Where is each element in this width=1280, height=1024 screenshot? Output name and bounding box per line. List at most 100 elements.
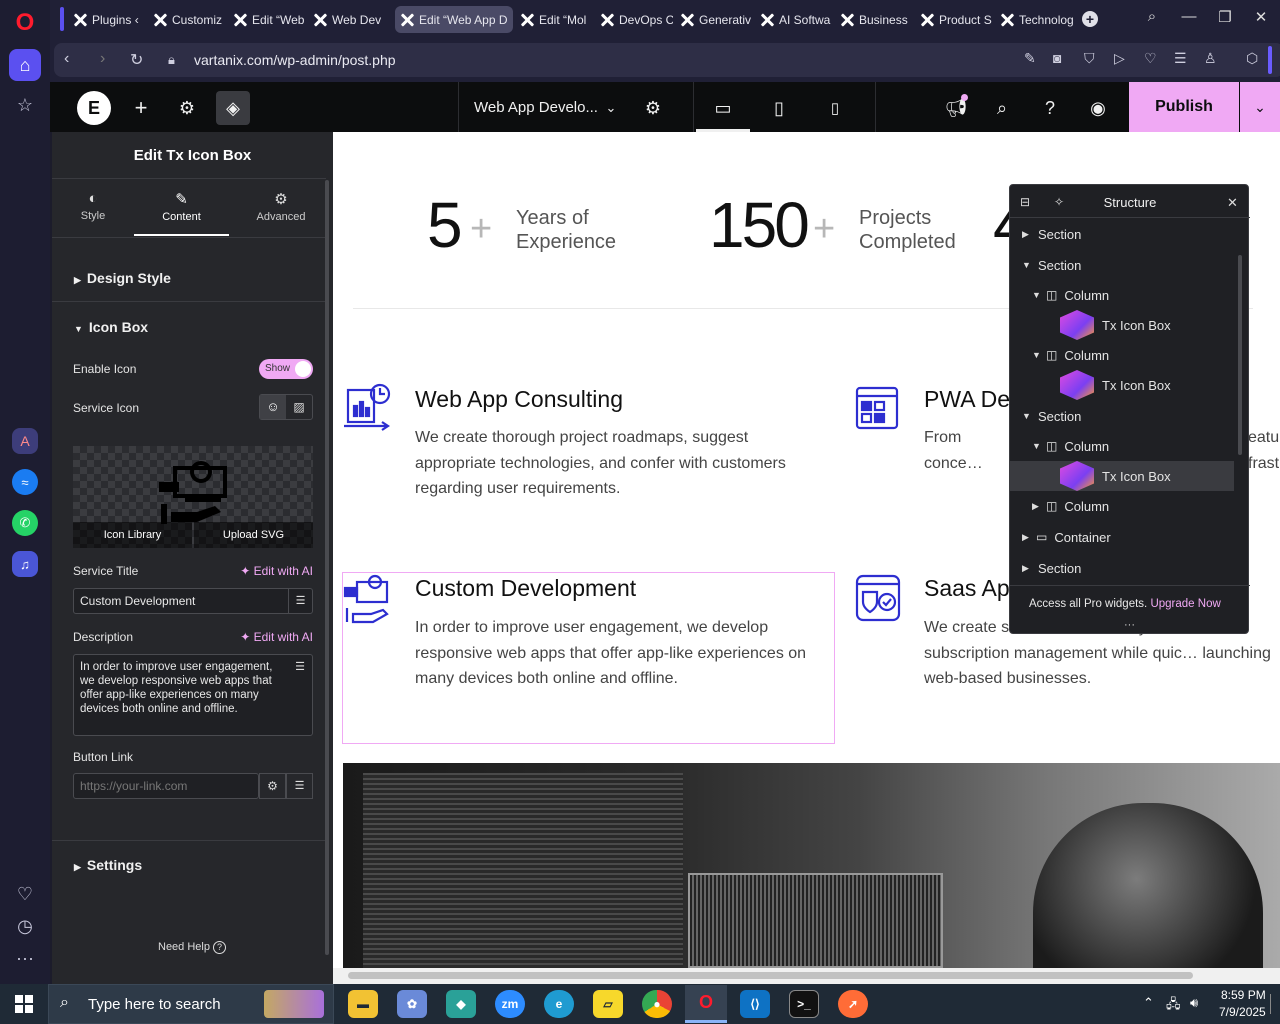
minimize-icon[interactable]: — — [1178, 8, 1200, 25]
publish-button[interactable]: Publish — [1129, 82, 1239, 132]
icon-preview[interactable]: Icon Library Upload SVG — [73, 446, 313, 548]
sticky-notes-icon[interactable]: ▱ — [593, 990, 623, 1018]
nav-row-section[interactable]: ▼ Section — [1010, 250, 1234, 280]
tab-business[interactable]: Business — [835, 6, 913, 33]
edit-with-ai-button[interactable]: ✦ Edit with AI — [240, 630, 313, 644]
tab-web-dev[interactable]: Web Dev — [308, 6, 388, 33]
tab-devops[interactable]: DevOps C — [595, 6, 673, 33]
tab-generative[interactable]: Generativ — [675, 6, 753, 33]
image-icon[interactable]: ▨ — [286, 395, 312, 419]
tab-edit-web[interactable]: Edit “Web — [228, 6, 304, 33]
dynamic-tags-icon[interactable]: ☰ — [286, 773, 313, 799]
section-settings[interactable]: ▶ Settings — [74, 857, 142, 873]
favorites-icon[interactable]: ♡ — [1144, 50, 1157, 67]
horizontal-scrollbar-thumb[interactable] — [348, 972, 1193, 979]
nav-row-column[interactable]: ▼ ◫ Column — [1010, 431, 1234, 461]
panel-scrollbar[interactable] — [325, 180, 329, 955]
upgrade-link[interactable]: Upgrade Now — [1150, 598, 1220, 610]
whatsapp-icon[interactable]: ✆ — [12, 510, 38, 536]
menu-icon[interactable]: ☰ — [1174, 50, 1187, 67]
tab-edit-web-app-active[interactable]: Edit “Web App D — [395, 6, 513, 33]
nav-row-column[interactable]: ▼ ◫ Column — [1010, 340, 1234, 370]
opera-logo-icon[interactable]: O — [12, 10, 38, 36]
music-icon[interactable]: ♫ — [12, 551, 38, 577]
page-settings-icon[interactable]: ⚙︎ — [640, 95, 666, 121]
service-title-input[interactable]: Custom Development — [73, 588, 313, 614]
edit-icon[interactable]: ✎ — [1024, 50, 1036, 67]
desktop-icon[interactable]: ▭ — [710, 95, 736, 121]
vscode-icon[interactable]: ⟨⟩ — [740, 990, 770, 1018]
nav-row-container[interactable]: ▶ ▭ Container — [1010, 522, 1234, 552]
help-icon[interactable]: ? — [1037, 95, 1063, 121]
edge-icon[interactable]: e — [544, 990, 574, 1018]
smiley-icon[interactable]: ☺ — [260, 395, 286, 419]
new-tab-button[interactable]: + — [1082, 11, 1098, 27]
nav-row-widget[interactable]: Tx Icon Box — [1010, 370, 1234, 400]
need-help-link[interactable]: Need Help ? — [158, 941, 227, 954]
resize-handle-icon[interactable]: ··· — [1124, 619, 1135, 631]
opera-icon[interactable]: O — [685, 985, 727, 1023]
tab-ai-software[interactable]: AI Softwa — [755, 6, 833, 33]
page-title[interactable]: Web App Develo... — [474, 99, 598, 116]
restore-icon[interactable]: ❐ — [1214, 8, 1236, 26]
button-link-input[interactable]: https://your-link.com — [73, 773, 259, 799]
nav-row-widget-selected[interactable]: Tx Icon Box — [1010, 461, 1234, 491]
tab-product[interactable]: Product S — [915, 6, 993, 33]
edit-with-ai-button[interactable]: ✦ Edit with AI — [240, 564, 313, 578]
zoom-icon[interactable]: zm — [495, 990, 525, 1018]
url-text[interactable]: vartanix.com/wp-admin/post.php — [194, 52, 396, 68]
dynamic-tags-icon[interactable]: ☰ — [288, 589, 312, 613]
clock-time[interactable]: 8:59 PM — [1221, 988, 1266, 1002]
send-icon[interactable]: ▷ — [1114, 50, 1125, 67]
postman-icon[interactable]: ➚ — [838, 990, 868, 1018]
service-description[interactable]: In order to improve user engagement, we … — [415, 615, 815, 692]
publish-options-button[interactable]: ⌄ — [1240, 82, 1280, 132]
nav-row-section[interactable]: ▶ Section — [1010, 219, 1234, 249]
tab-technology[interactable]: Technolog — [995, 6, 1075, 33]
clock-date[interactable]: 7/9/2025 — [1219, 1005, 1266, 1019]
chevron-down-icon[interactable]: ⌄ — [598, 95, 624, 121]
enable-icon-toggle[interactable]: Show — [259, 359, 313, 379]
site-settings-icon[interactable]: ⚙︎ — [174, 95, 200, 121]
nav-row-column[interactable]: ▶ ◫ Column — [1010, 491, 1234, 521]
chrome-icon[interactable]: ● — [642, 990, 672, 1018]
tab-advanced[interactable]: ⚙︎ Advanced — [237, 190, 325, 223]
nav-row-section[interactable]: ▼ Section — [1010, 401, 1234, 431]
home-icon[interactable]: ⌂ — [9, 49, 41, 81]
service-title[interactable]: Custom Development — [415, 575, 636, 602]
taskbar-search-placeholder[interactable]: Type here to search — [88, 996, 221, 1013]
back-icon[interactable]: ‹ — [64, 50, 69, 68]
tab-plugins[interactable]: Plugins ‹ — [68, 6, 144, 33]
link-options-icon[interactable]: ⚙︎ — [259, 773, 286, 799]
windows-start-icon[interactable] — [15, 995, 33, 1013]
dynamic-tags-icon[interactable]: ☰ — [288, 655, 312, 679]
tab-edit-mob[interactable]: Edit “Mol — [515, 6, 591, 33]
add-element-icon[interactable]: + — [128, 95, 154, 121]
structure-scrollbar[interactable] — [1238, 255, 1242, 455]
close-window-icon[interactable]: ✕ — [1250, 8, 1272, 26]
nav-row-widget[interactable]: Tx Icon Box — [1010, 310, 1234, 340]
nav-row-section[interactable]: ▶ Section — [1010, 553, 1234, 583]
structure-layers-icon[interactable]: ◈ — [216, 91, 250, 125]
nav-row-column[interactable]: ▼ ◫ Column — [1010, 280, 1234, 310]
volume-icon[interactable]: 🔊︎ — [1190, 995, 1198, 1011]
service-title[interactable]: Web App Consulting — [415, 386, 623, 413]
forward-icon[interactable]: › — [100, 50, 105, 68]
reload-icon[interactable]: ↻ — [130, 50, 143, 70]
account-icon[interactable]: ♙ — [1204, 50, 1217, 67]
close-icon[interactable]: ✕ — [1227, 195, 1238, 211]
service-description[interactable]: From conce… web apps th… feature… infras… — [924, 425, 1014, 477]
messenger-icon[interactable]: ≈ — [12, 469, 38, 495]
description-textarea[interactable]: In order to improve user engagement, we … — [73, 654, 313, 736]
tab-content[interactable]: ✎ Content — [134, 190, 229, 223]
icon-library-button[interactable]: Icon Library — [73, 522, 192, 548]
section-icon-box[interactable]: ▼ Icon Box — [74, 319, 148, 335]
tablet-icon[interactable]: ▯ — [766, 95, 792, 121]
mobile-icon[interactable]: ▯ — [822, 95, 848, 121]
preview-eye-icon[interactable]: ◉ — [1085, 95, 1111, 121]
camera-icon[interactable]: ◙ — [1053, 50, 1061, 66]
history-icon[interactable]: ◷ — [9, 910, 41, 942]
elementor-logo-icon[interactable]: E — [77, 91, 111, 125]
more-icon[interactable]: ··· — [9, 942, 41, 974]
service-title[interactable]: Saas Ap — [924, 575, 1014, 602]
